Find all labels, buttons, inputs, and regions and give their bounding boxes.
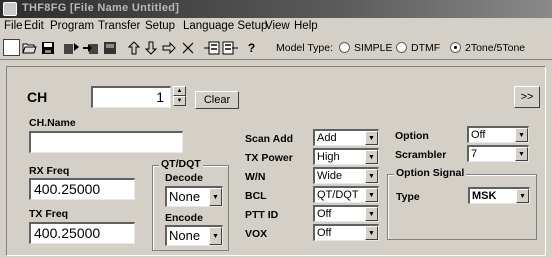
save-icon[interactable] bbox=[39, 39, 56, 56]
arrow-right-icon[interactable] bbox=[160, 39, 177, 56]
menu-setup[interactable]: Setup bbox=[145, 20, 175, 32]
wn-select[interactable]: Wide ▼ bbox=[313, 167, 379, 184]
window-title: THF8FG [File Name Untitled] bbox=[22, 2, 180, 14]
tx-power-label: TX Power bbox=[245, 152, 293, 164]
chevron-down-icon[interactable]: ▼ bbox=[515, 128, 528, 142]
rx-freq-label: RX Freq bbox=[29, 165, 70, 177]
menu-file[interactable]: File bbox=[4, 20, 23, 32]
ch-name-label: CH.Name bbox=[29, 117, 76, 129]
menu-view[interactable]: View bbox=[265, 20, 290, 32]
menu-language-setup[interactable]: Language Setup bbox=[183, 20, 267, 32]
menu-help[interactable]: Help bbox=[294, 20, 318, 32]
toolbar: ? Model Type: SIMPLE DTMF 2Tone/5Tone bbox=[0, 36, 552, 60]
chevron-down-icon[interactable]: ▼ bbox=[209, 227, 222, 245]
model-2tone-label: 2Tone/5Tone bbox=[465, 42, 526, 54]
menu-program[interactable]: Program bbox=[50, 20, 94, 32]
menu-transfer[interactable]: Transfer bbox=[98, 20, 140, 32]
scan-add-label: Scan Add bbox=[245, 133, 294, 145]
chevron-down-icon[interactable]: ▼ bbox=[516, 189, 529, 203]
rx-freq-input[interactable]: 400.25000 bbox=[29, 178, 135, 200]
chevron-down-icon[interactable]: ▼ bbox=[365, 169, 378, 183]
scrambler-select[interactable]: 7 ▼ bbox=[467, 145, 529, 162]
ptt-id-label: PTT ID bbox=[245, 209, 279, 221]
model-2tone-radio[interactable] bbox=[450, 42, 461, 53]
bcl-label: BCL bbox=[245, 190, 267, 202]
wn-label: W/N bbox=[245, 171, 266, 183]
import-icon[interactable] bbox=[203, 39, 220, 56]
arrow-down-icon[interactable] bbox=[142, 39, 159, 56]
new-file-icon[interactable] bbox=[3, 39, 20, 56]
title-bar: THF8FG [File Name Untitled] bbox=[0, 0, 552, 18]
scan-add-select[interactable]: Add ▼ bbox=[313, 129, 379, 146]
option-label: Option bbox=[395, 130, 429, 142]
clear-button[interactable]: Clear bbox=[195, 91, 239, 109]
spin-down-icon[interactable]: ▼ bbox=[173, 96, 186, 106]
model-dtmf-label: DTMF bbox=[411, 42, 441, 54]
chevron-down-icon[interactable]: ▼ bbox=[209, 188, 222, 206]
read-radio-icon[interactable] bbox=[63, 39, 80, 56]
chevron-down-icon[interactable]: ▼ bbox=[365, 226, 378, 240]
channel-panel: CH 1 ▲ ▼ Clear >> CH.Name RX Freq 400.25… bbox=[6, 66, 546, 256]
chevron-down-icon[interactable]: ▼ bbox=[365, 188, 378, 202]
ch-spinner[interactable]: ▲ ▼ bbox=[173, 86, 186, 107]
qtdqt-group: QT/DQT Decode None ▼ Encode None ▼ bbox=[152, 158, 229, 251]
open-folder-icon[interactable] bbox=[21, 39, 38, 56]
ptt-id-select[interactable]: Off ▼ bbox=[313, 205, 379, 222]
write-radio-icon[interactable] bbox=[82, 39, 99, 56]
help-icon[interactable]: ? bbox=[243, 39, 260, 56]
model-simple-radio[interactable] bbox=[339, 42, 350, 53]
export-icon[interactable] bbox=[221, 39, 238, 56]
bcl-select[interactable]: QT/DQT ▼ bbox=[313, 186, 379, 203]
ch-name-input[interactable] bbox=[29, 131, 183, 153]
vox-label: VOX bbox=[245, 228, 268, 240]
ch-label: CH bbox=[27, 89, 48, 105]
scrambler-label: Scrambler bbox=[395, 149, 447, 161]
encode-select[interactable]: None ▼ bbox=[165, 225, 223, 246]
option-signal-group: Option Signal Type MSK ▼ bbox=[387, 167, 537, 240]
arrow-up-icon[interactable] bbox=[125, 39, 142, 56]
encode-label: Encode bbox=[165, 212, 203, 224]
chevron-down-icon[interactable]: ▼ bbox=[365, 207, 378, 221]
tx-freq-input[interactable]: 400.25000 bbox=[29, 222, 135, 244]
option-signal-title: Option Signal bbox=[394, 167, 467, 179]
vox-select[interactable]: Off ▼ bbox=[313, 224, 379, 241]
decode-label: Decode bbox=[165, 172, 203, 184]
radio-device-icon[interactable] bbox=[101, 39, 118, 56]
type-label: Type bbox=[396, 191, 420, 203]
model-type-label: Model Type: bbox=[276, 42, 334, 54]
menu-bar: File Edit Program Transfer Setup Languag… bbox=[0, 18, 552, 36]
chevron-down-icon[interactable]: ▼ bbox=[365, 150, 378, 164]
chevron-down-icon[interactable]: ▼ bbox=[365, 131, 378, 145]
spin-up-icon[interactable]: ▲ bbox=[173, 86, 186, 96]
menu-edit[interactable]: Edit bbox=[24, 20, 44, 32]
decode-select[interactable]: None ▼ bbox=[165, 186, 223, 207]
tx-freq-label: TX Freq bbox=[29, 208, 69, 220]
chevron-down-icon[interactable]: ▼ bbox=[515, 147, 528, 161]
model-simple-label: SIMPLE bbox=[354, 42, 393, 54]
app-icon bbox=[3, 2, 17, 16]
option-select[interactable]: Off ▼ bbox=[467, 126, 529, 143]
more-button[interactable]: >> bbox=[514, 86, 540, 108]
model-dtmf-radio[interactable] bbox=[396, 42, 407, 53]
tx-power-select[interactable]: High ▼ bbox=[313, 148, 379, 165]
ch-number-input[interactable]: 1 bbox=[91, 86, 171, 108]
delete-x-icon[interactable] bbox=[179, 39, 196, 56]
type-select[interactable]: MSK ▼ bbox=[468, 187, 530, 204]
qtdqt-title: QT/DQT bbox=[159, 158, 203, 170]
